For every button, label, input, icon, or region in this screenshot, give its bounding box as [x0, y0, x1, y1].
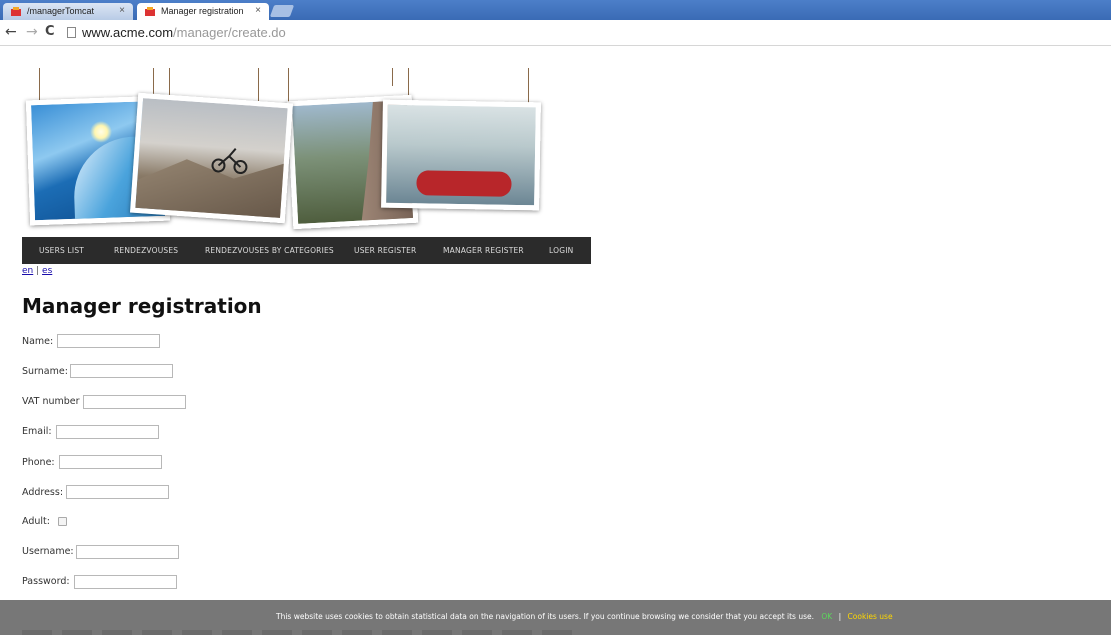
hanging-string	[408, 68, 409, 98]
page-title: Manager registration	[22, 294, 262, 318]
back-arrow-icon[interactable]: ←	[5, 24, 17, 40]
cookie-message: This website uses cookies to obtain stat…	[276, 612, 815, 621]
raft-shape	[416, 170, 512, 197]
language-en-link[interactable]: en	[22, 266, 33, 276]
cookie-ok-button[interactable]: OK	[821, 612, 832, 621]
browser-tab-manager-tomcat[interactable]: /managerTomcat ×	[3, 3, 133, 20]
language-es-link[interactable]: es	[42, 266, 52, 276]
new-tab-button[interactable]	[269, 5, 295, 17]
menu-item-rendezvouses[interactable]: RENDEZVOUSES	[114, 246, 178, 255]
url-field[interactable]: www.acme.com/manager/create.do	[82, 25, 286, 40]
browser-tab-manager-registration[interactable]: Manager registration ×	[137, 3, 269, 20]
cookie-separator: |	[838, 612, 842, 621]
phone-input[interactable]	[59, 455, 162, 469]
mountain-bike-photo	[130, 92, 293, 224]
url-path: /manager/create.do	[173, 25, 286, 40]
rafting-photo	[381, 99, 541, 211]
adult-label: Adult:	[22, 516, 50, 527]
address-input[interactable]	[66, 485, 169, 499]
tab-label: /managerTomcat	[27, 6, 95, 16]
hanging-string	[169, 68, 170, 98]
tomcat-icon	[145, 7, 155, 16]
address-label: Address:	[22, 487, 64, 498]
sun-shape	[89, 120, 113, 144]
tab-label: Manager registration	[161, 6, 244, 16]
password-input[interactable]	[74, 575, 177, 589]
browser-tabbar: /managerTomcat × Manager registration ×	[0, 0, 1111, 20]
menu-item-manager-register[interactable]: MANAGER REGISTER	[443, 246, 524, 255]
reload-icon[interactable]: C	[45, 24, 55, 39]
username-label: Username:	[22, 546, 74, 557]
email-input[interactable]	[56, 425, 159, 439]
footer-text-peek	[22, 630, 582, 635]
menu-item-login[interactable]: LOGIN	[549, 246, 573, 255]
surname-input[interactable]	[70, 364, 173, 378]
menu-item-user-register[interactable]: USER REGISTER	[354, 246, 416, 255]
language-separator: |	[36, 266, 40, 276]
hanging-string	[39, 68, 40, 102]
language-switcher: en | es	[22, 266, 52, 276]
phone-label: Phone:	[22, 457, 55, 468]
menu-item-users-list[interactable]: USERS LIST	[39, 246, 84, 255]
forward-arrow-icon[interactable]: →	[26, 24, 38, 40]
header-banner	[22, 68, 542, 233]
main-menu: USERS LIST RENDEZVOUSES RENDEZVOUSES BY …	[22, 237, 591, 264]
url-host: www.acme.com	[82, 25, 174, 40]
surname-label: Surname:	[22, 366, 68, 377]
page-icon	[67, 27, 76, 38]
cookies-use-link[interactable]: Cookies use	[848, 612, 893, 621]
name-label: Name:	[22, 336, 54, 347]
tomcat-icon	[11, 7, 21, 16]
address-bar: ← → C www.acme.com/manager/create.do	[0, 20, 1111, 46]
name-input[interactable]	[57, 334, 160, 348]
hanging-string	[392, 68, 393, 86]
close-tab-icon[interactable]: ×	[119, 5, 125, 16]
vat-number-input[interactable]	[83, 395, 186, 409]
email-label: Email:	[22, 426, 52, 437]
cookie-banner-text-row: This website uses cookies to obtain stat…	[276, 612, 893, 621]
bike-icon	[211, 148, 248, 175]
close-tab-icon[interactable]: ×	[255, 5, 261, 16]
adult-checkbox[interactable]	[58, 517, 67, 526]
vat-number-label: VAT number	[22, 396, 80, 407]
hanging-string	[258, 68, 259, 101]
username-input[interactable]	[76, 545, 179, 559]
password-label: Password:	[22, 576, 70, 587]
menu-item-rendezvouses-by-categories[interactable]: RENDEZVOUSES BY CATEGORIES	[205, 246, 334, 255]
hanging-string	[528, 68, 529, 105]
